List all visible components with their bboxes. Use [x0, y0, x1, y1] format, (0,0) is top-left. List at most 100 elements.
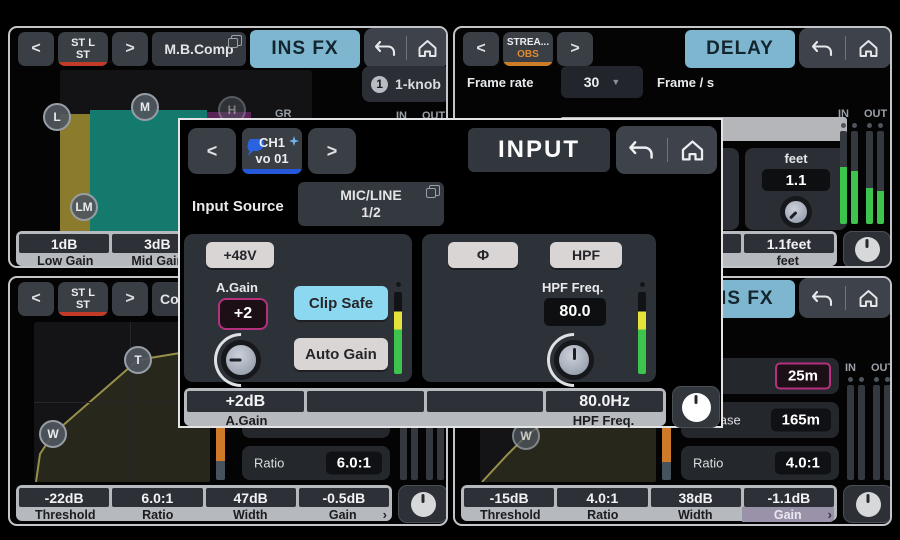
home-icon[interactable] [417, 39, 438, 58]
copy-icon [429, 185, 440, 196]
process-select-button[interactable]: M.B.Comp [152, 32, 246, 66]
home-icon[interactable] [858, 39, 879, 58]
next-channel-button[interactable]: > [557, 32, 593, 66]
again-value[interactable]: +2 [218, 298, 268, 330]
hpf-button[interactable]: HPF [550, 242, 622, 268]
analog-gain-section: +48V A.Gain +2 Clip Safe Auto Gain [184, 234, 412, 382]
next-channel-button[interactable]: > [112, 282, 148, 316]
comp-node-t[interactable]: T [124, 346, 152, 374]
ratio-value[interactable]: 4.0:1 [775, 452, 831, 475]
param-strip: -22dB 6.0:1 47dB -0.5dB Threshold Ratio … [16, 485, 392, 521]
meter-dot [859, 377, 864, 382]
nav-box [616, 126, 717, 174]
again-label: A.Gain [216, 280, 258, 295]
strip-knob-button[interactable] [398, 485, 448, 523]
copy-icon [231, 35, 242, 46]
channel-select-button[interactable]: ST L ST [58, 282, 108, 316]
meter-dot [640, 282, 645, 287]
phantom-48v-button[interactable]: +48V [206, 242, 274, 268]
out-meter [873, 385, 880, 480]
in-meter [851, 131, 858, 224]
back-icon[interactable] [374, 40, 396, 57]
input-source-button[interactable]: MIC/LINE 1/2 [298, 182, 444, 226]
strip-cell[interactable]: -22dB [19, 488, 109, 507]
tab-ins-fx[interactable]: INS FX [250, 30, 360, 68]
comp-node-w[interactable]: W [39, 420, 67, 448]
channel-select-button[interactable]: ST L ST [58, 32, 108, 66]
frame-rate-label: Frame rate [467, 75, 533, 90]
hpf-freq-value[interactable]: 80.0 [544, 298, 606, 326]
param-row-ratio[interactable]: Ratio 6.0:1 [242, 446, 390, 480]
strip-cell[interactable]: 1.1feet [744, 234, 834, 253]
strip-cell[interactable] [427, 391, 544, 412]
sparkle-icon [289, 136, 299, 146]
feet-knob[interactable] [780, 196, 812, 228]
strip-cell-selected[interactable]: -1.1dB [744, 488, 834, 507]
out-label: OUT [871, 362, 892, 374]
prev-channel-button[interactable]: < [463, 32, 499, 66]
strip-knob-button[interactable] [843, 485, 892, 523]
next-channel-button[interactable]: > [112, 32, 148, 66]
out-meter [884, 385, 891, 480]
frame-rate-dropdown[interactable]: 30 ▼ [561, 66, 643, 98]
channel-select-button[interactable]: STREA... OBS [503, 32, 553, 66]
selected-underline [503, 62, 553, 66]
back-icon[interactable] [628, 140, 654, 160]
knob-icon [855, 237, 880, 262]
knob-icon [682, 393, 711, 422]
again-knob[interactable] [221, 340, 261, 380]
input-dialog: < CH1 vo 01 > INPUT Input Source MIC/LIN… [178, 118, 723, 428]
meter-dot [848, 377, 853, 382]
strip-cell[interactable]: 38dB [651, 488, 741, 507]
strip-knob-button[interactable] [672, 386, 720, 428]
strip-cell[interactable]: -15dB [464, 488, 554, 507]
prev-channel-button[interactable]: < [18, 282, 54, 316]
release-value[interactable]: 165m [771, 409, 831, 432]
strip-cell[interactable]: 4.0:1 [557, 488, 647, 507]
more-params-arrow[interactable]: › [828, 507, 832, 522]
in-meter [847, 385, 854, 480]
prev-channel-button[interactable]: < [188, 128, 236, 174]
tab-delay[interactable]: DELAY [685, 30, 795, 68]
selected-underline [242, 169, 302, 174]
next-channel-button[interactable]: > [308, 128, 356, 174]
ratio-value[interactable]: 6.0:1 [326, 452, 382, 475]
selected-underline [58, 312, 108, 316]
channel-select-button[interactable]: CH1 vo 01 [242, 128, 302, 174]
strip-cell[interactable] [307, 391, 424, 412]
one-badge-icon: 1 [371, 76, 388, 93]
meter-dot [867, 123, 872, 128]
phase-hpf-section: Φ HPF HPF Freq. 80.0 [422, 234, 656, 382]
one-knob-button[interactable]: 1 1-knob [362, 66, 448, 102]
frame-rate-unit: Frame / s [657, 75, 714, 90]
phase-button[interactable]: Φ [448, 242, 518, 268]
strip-cell[interactable]: 1dB [19, 234, 109, 253]
strip-cell[interactable]: 80.0Hz [546, 391, 663, 412]
strip-cell[interactable]: 47dB [206, 488, 296, 507]
home-icon[interactable] [680, 139, 705, 162]
attack-value[interactable]: 25m [775, 363, 831, 390]
band-node-lm[interactable]: LM [70, 193, 98, 221]
dropdown-arrow-icon: ▼ [611, 77, 620, 87]
back-icon[interactable] [811, 40, 833, 57]
more-params-arrow[interactable]: › [383, 507, 387, 522]
hpf-freq-label: HPF Freq. [542, 280, 603, 295]
strip-cell[interactable]: -0.5dB [299, 488, 389, 507]
prev-channel-button[interactable]: < [18, 32, 54, 66]
param-row-ratio[interactable]: Ratio 4.0:1 [681, 446, 839, 480]
meter-dot [878, 123, 883, 128]
strip-knob-button[interactable] [843, 231, 891, 268]
meter-dot [841, 123, 846, 128]
strip-cell[interactable]: 6.0:1 [112, 488, 202, 507]
strip-cell[interactable]: +2dB [187, 391, 304, 412]
band-node-m[interactable]: M [131, 93, 159, 121]
auto-gain-button[interactable]: Auto Gain [294, 338, 388, 370]
clip-safe-button[interactable]: Clip Safe [294, 286, 388, 320]
param-strip: -15dB 4.0:1 38dB -1.1dB Threshold Ratio … [461, 485, 837, 521]
band-node-l[interactable]: L [43, 103, 71, 131]
out-label: OUT [864, 108, 887, 120]
feet-value[interactable]: 1.1 [762, 169, 830, 191]
back-icon[interactable] [811, 290, 833, 307]
hpf-knob[interactable] [554, 340, 594, 380]
home-icon[interactable] [858, 289, 879, 308]
